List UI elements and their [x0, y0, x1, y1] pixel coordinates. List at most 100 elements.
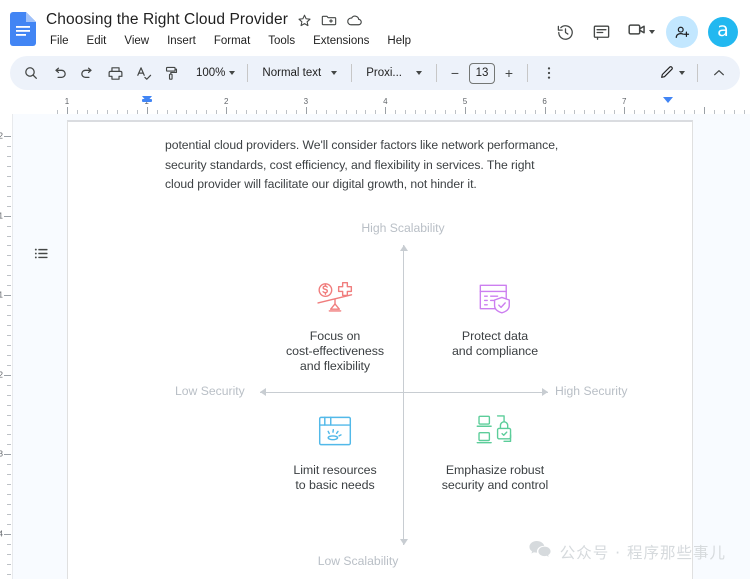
quadrant-top-right: Protect data and compliance	[410, 275, 580, 359]
ruler-number: 3	[304, 97, 308, 106]
share-button[interactable]	[666, 16, 698, 48]
meet-camera-button[interactable]	[622, 17, 658, 47]
vertical-ruler-tick	[4, 295, 11, 296]
move-to-folder-icon[interactable]	[321, 12, 338, 29]
quadrant-line: Focus on	[250, 329, 420, 344]
ruler-tick	[704, 107, 705, 114]
toolbar-divider	[436, 64, 437, 82]
document-outline-button[interactable]	[30, 242, 52, 264]
vertical-ruler-tick	[7, 315, 11, 316]
vertical-scrollbar[interactable]	[742, 114, 750, 579]
document-body[interactable]: potential cloud providers. We'll conside…	[165, 136, 731, 579]
meet-camera-icon	[627, 19, 648, 45]
axis-label-high-security: High Security	[555, 384, 627, 399]
vertical-ruler-tick	[7, 564, 11, 565]
left-indent-marker[interactable]	[142, 96, 152, 102]
menu-item-tools[interactable]: Tools	[266, 34, 297, 48]
paragraph-style-dropdown[interactable]: Normal text	[256, 60, 343, 86]
title-row: Choosing the Right Cloud Provider	[46, 9, 550, 31]
ruler-number: 6	[542, 97, 546, 106]
vertical-ruler-tick	[7, 514, 11, 515]
vertical-ruler-number: 1	[0, 211, 3, 220]
quadrant-text-top-right: Protect data and compliance	[410, 329, 580, 359]
chevron-down-icon	[679, 71, 685, 75]
docs-header: Choosing the Right Cloud Provider	[0, 0, 750, 56]
vertical-ruler-tick	[7, 405, 11, 406]
star-icon[interactable]	[296, 12, 313, 29]
quadrant-bottom-left: Limit resources to basic needs	[250, 409, 420, 493]
vertical-ruler-tick	[7, 285, 11, 286]
increase-font-size-button[interactable]: +	[499, 63, 519, 83]
secure-devices-lock-icon	[410, 409, 580, 453]
vertical-ruler-tick	[7, 434, 11, 435]
data-compliance-shield-icon	[410, 275, 580, 319]
menu-item-insert[interactable]: Insert	[165, 34, 198, 48]
comment-icon[interactable]	[586, 17, 616, 47]
vertical-ruler-tick	[7, 474, 11, 475]
version-history-icon[interactable]	[550, 17, 580, 47]
vertical-ruler-tick	[7, 395, 11, 396]
ruler-tick	[306, 107, 307, 114]
undo-icon[interactable]	[46, 60, 72, 86]
menu-item-file[interactable]: File	[48, 34, 71, 48]
cloud-saved-icon[interactable]	[346, 12, 363, 29]
vertical-ruler-tick	[7, 275, 11, 276]
chevron-down-icon	[416, 71, 422, 75]
quadrant-line: Protect data	[410, 329, 580, 344]
vertical-ruler-tick	[7, 166, 11, 167]
ruler-tick	[147, 107, 148, 114]
google-docs-window: Choosing the Right Cloud Provider	[0, 0, 750, 584]
vertical-ruler-tick	[7, 385, 11, 386]
quadrant-line: Emphasize robust	[410, 463, 580, 478]
menu-item-edit[interactable]: Edit	[85, 34, 109, 48]
vertical-ruler-tick	[7, 236, 11, 237]
vertical-ruler-tick	[7, 345, 11, 346]
vertical-ruler-tick	[4, 216, 11, 217]
decrease-font-size-button[interactable]: −	[445, 63, 465, 83]
menu-item-help[interactable]: Help	[385, 34, 413, 48]
vertical-ruler-number: 4	[0, 530, 3, 539]
vertical-ruler-tick	[7, 444, 11, 445]
vertical-ruler-tick	[7, 494, 11, 495]
vertical-ruler[interactable]: 211234	[0, 114, 13, 579]
font-family-value: Proxi...	[366, 67, 402, 79]
document-page[interactable]: potential cloud providers. We'll conside…	[67, 120, 693, 579]
vertical-ruler-tick	[4, 136, 11, 137]
page-title[interactable]: Choosing the Right Cloud Provider	[46, 11, 288, 29]
vertical-ruler-number: 2	[0, 370, 3, 379]
font-size-input[interactable]	[469, 63, 495, 84]
limited-resources-window-icon	[250, 409, 420, 453]
quadrant-line: security and control	[410, 478, 580, 493]
menu-bar: File Edit View Insert Format Tools Exten…	[46, 34, 550, 48]
body-paragraph[interactable]: potential cloud providers. We'll conside…	[165, 136, 559, 195]
editing-mode-dropdown[interactable]	[653, 60, 689, 86]
google-docs-icon[interactable]	[10, 12, 36, 46]
ruler-tick	[624, 107, 625, 114]
collapse-menus-icon[interactable]	[706, 60, 732, 86]
vertical-ruler-tick	[7, 544, 11, 545]
menu-item-format[interactable]: Format	[212, 34, 252, 48]
document-canvas: 211234 potential cloud providers. We'll …	[0, 114, 750, 579]
font-family-dropdown[interactable]: Proxi...	[360, 60, 428, 86]
vertical-ruler-tick	[7, 265, 11, 266]
axis-label-low-scalability: Low Scalability	[313, 554, 403, 569]
ruler-tick	[226, 107, 227, 114]
avatar[interactable]: a	[708, 17, 738, 47]
toolbar-divider	[527, 64, 528, 82]
vertical-ruler-tick	[7, 464, 11, 465]
vertical-ruler-tick	[4, 375, 11, 376]
search-icon[interactable]	[18, 60, 44, 86]
print-icon[interactable]	[102, 60, 128, 86]
horizontal-ruler[interactable]: 11234567	[0, 96, 750, 114]
menu-item-extensions[interactable]: Extensions	[311, 34, 371, 48]
right-indent-marker[interactable]	[663, 97, 673, 103]
menu-item-view[interactable]: View	[122, 34, 151, 48]
paint-format-icon[interactable]	[158, 60, 184, 86]
quadrant-diagram[interactable]: High Scalability Low Scalability Low Sec…	[165, 217, 731, 580]
more-options-icon[interactable]	[536, 60, 562, 86]
redo-icon[interactable]	[74, 60, 100, 86]
spellcheck-icon[interactable]	[130, 60, 156, 86]
quadrant-bottom-right: Emphasize robust security and control	[410, 409, 580, 493]
ruler-tick	[465, 107, 466, 114]
zoom-level-dropdown[interactable]: 100%	[190, 60, 239, 86]
